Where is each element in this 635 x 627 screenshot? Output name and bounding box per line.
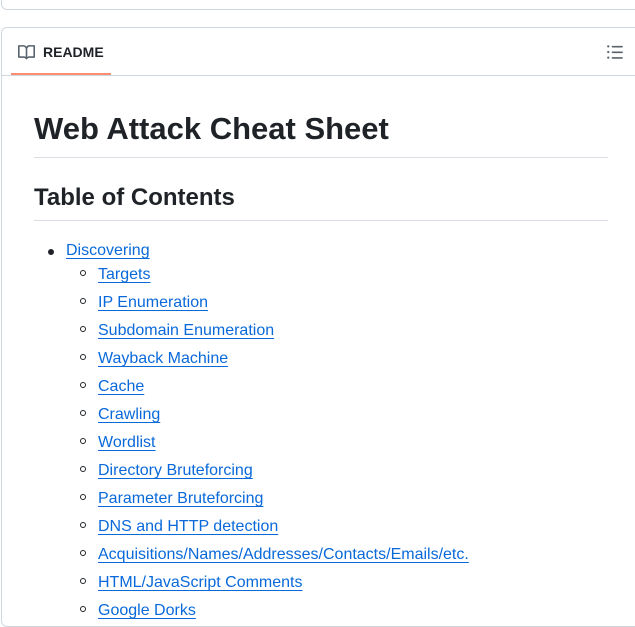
previous-panel (1, 0, 635, 10)
bullet-disc-icon (48, 249, 54, 255)
bullet-circle-icon (80, 354, 86, 360)
bullet-circle-icon (80, 382, 86, 388)
toc-link[interactable]: Crawling (98, 406, 160, 423)
toc-link[interactable]: Wayback Machine (98, 350, 228, 367)
list-item: Parameter Bruteforcing (34, 487, 469, 515)
toc-heading: Table of Contents (34, 183, 608, 221)
list-item: Targets (34, 263, 469, 291)
toc-link[interactable]: DNS and HTTP detection (98, 518, 278, 535)
toc-link[interactable]: IP Enumeration (98, 294, 208, 311)
book-icon (18, 45, 35, 60)
list-item: Crawling (34, 403, 469, 431)
list-item: Subdomain Enumeration (34, 319, 469, 347)
toc-link[interactable]: Google Dorks (98, 602, 196, 619)
toc-list: Discovering Targets IP Enumeration Subdo… (34, 239, 469, 627)
toc-link[interactable]: Cache (98, 378, 144, 395)
list-item: HTML/JavaScript Comments (34, 571, 469, 599)
bullet-circle-icon (80, 578, 86, 584)
toc-link[interactable]: Parameter Bruteforcing (98, 490, 263, 507)
toc-link[interactable]: Directory Bruteforcing (98, 462, 253, 479)
readme-panel: README Web Attack Cheat Sheet Table of C… (1, 27, 635, 627)
list-item: Cache (34, 375, 469, 403)
tab-readme[interactable]: README (11, 28, 111, 75)
bullet-circle-icon (80, 410, 86, 416)
toc-link[interactable]: Wordlist (98, 434, 156, 451)
bullet-circle-icon (80, 438, 86, 444)
toc-sublist: Targets IP Enumeration Subdomain Enumera… (66, 263, 469, 627)
bullet-circle-icon (80, 522, 86, 528)
bullet-circle-icon (80, 326, 86, 332)
list-item: Acquisitions/Names/Addresses/Contacts/Em… (34, 543, 469, 571)
list-item: DNS and HTTP detection (34, 515, 469, 543)
list-item: IP Enumeration (34, 291, 469, 319)
bullet-circle-icon (80, 494, 86, 500)
toc-link[interactable]: Subdomain Enumeration (98, 322, 274, 339)
toc-link[interactable]: Targets (98, 266, 150, 283)
bullet-circle-icon (80, 466, 86, 472)
list-item: Directory Bruteforcing (34, 459, 469, 487)
list-unordered-icon[interactable] (606, 43, 624, 61)
list-item: Google Dorks (34, 599, 469, 627)
list-item: Wordlist (34, 431, 469, 459)
toc-link[interactable]: HTML/JavaScript Comments (98, 574, 303, 591)
bullet-circle-icon (80, 298, 86, 304)
tab-readme-label: README (43, 44, 104, 60)
page-title: Web Attack Cheat Sheet (34, 109, 608, 158)
toc-section-item: Discovering Targets IP Enumeration Subdo… (34, 239, 469, 627)
bullet-circle-icon (80, 606, 86, 612)
bullet-circle-icon (80, 550, 86, 556)
readme-header: README (2, 28, 635, 76)
list-item: Wayback Machine (34, 347, 469, 375)
toc-link[interactable]: Acquisitions/Names/Addresses/Contacts/Em… (98, 546, 469, 563)
bullet-circle-icon (80, 270, 86, 276)
toc-link-discovering[interactable]: Discovering (66, 242, 150, 259)
